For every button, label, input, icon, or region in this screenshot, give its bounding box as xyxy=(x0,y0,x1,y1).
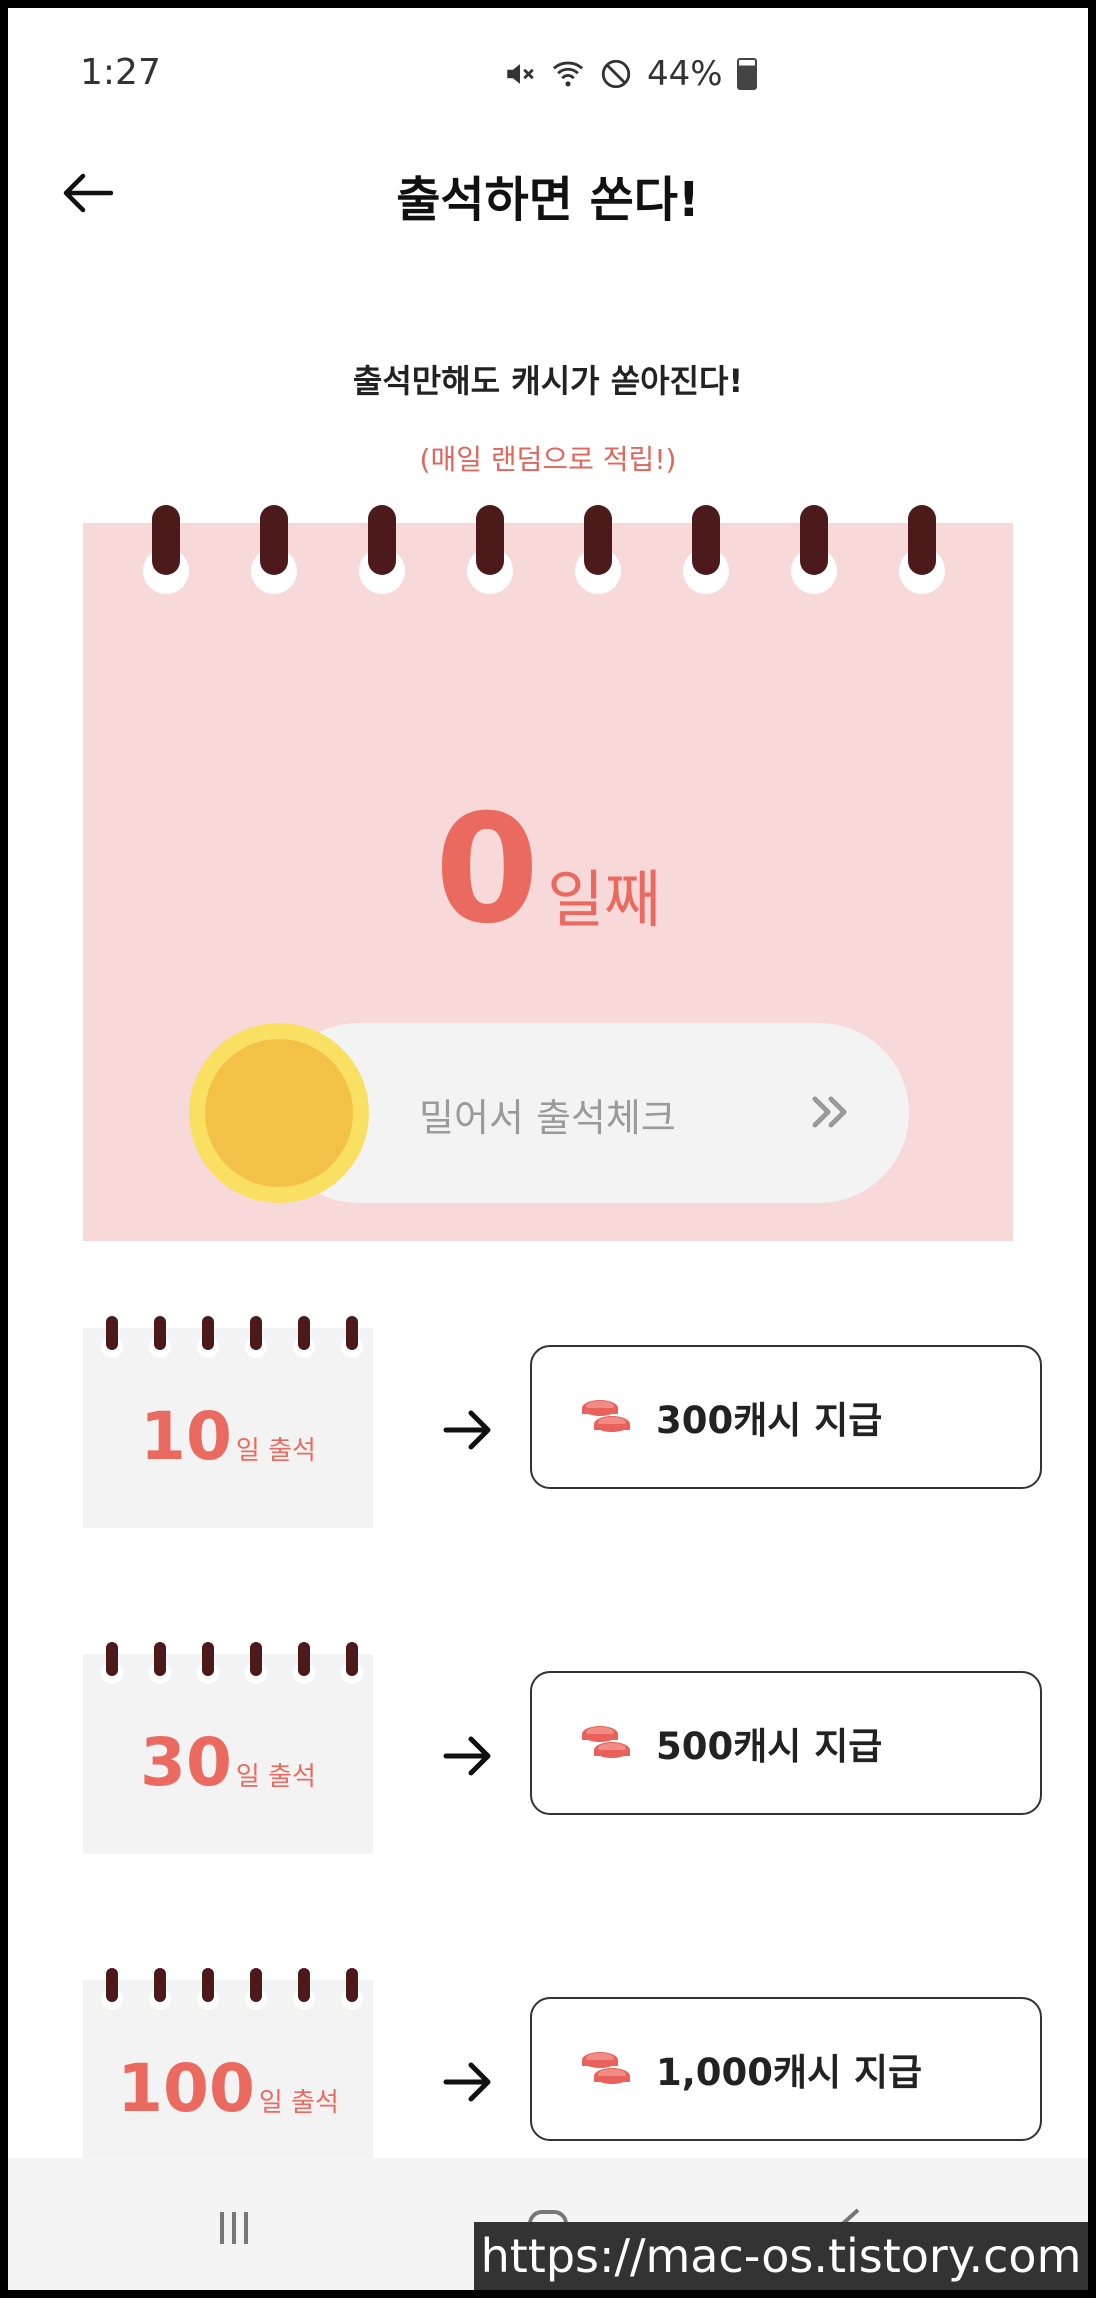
reward-text: 300캐시 지급 xyxy=(656,1399,883,1442)
calendar-ring xyxy=(368,505,396,575)
mini-ring xyxy=(250,1968,262,2002)
milestone-days: 30 xyxy=(140,1724,232,1801)
calendar-ring xyxy=(260,505,288,575)
calendar-ring xyxy=(800,505,828,575)
mini-ring xyxy=(346,1316,358,1350)
slider-knob[interactable] xyxy=(189,1023,369,1203)
mini-ring xyxy=(106,1968,118,2002)
wifi-icon xyxy=(552,61,584,87)
mini-ring xyxy=(298,1316,310,1350)
mini-ring xyxy=(346,1968,358,2002)
mini-ring xyxy=(298,1642,310,1676)
mini-ring xyxy=(298,1968,310,2002)
mini-calendar: 10 일 출석 xyxy=(83,1316,373,1528)
mini-ring xyxy=(346,1642,358,1676)
battery-icon xyxy=(736,58,757,90)
reward-text: 1,000캐시 지급 xyxy=(656,2051,923,2094)
milestone-label: 30 일 출석 xyxy=(83,1724,373,1801)
mini-ring xyxy=(154,1968,166,2002)
watermark: https://mac-os.tistory.com xyxy=(474,2222,1088,2290)
milestone-unit: 일 출석 xyxy=(235,1762,316,1792)
day-number: 0 xyxy=(434,783,540,957)
calendar-ring xyxy=(908,505,936,575)
do-not-disturb-icon xyxy=(601,59,631,89)
intro-subtitle: 출석만해도 캐시가 쏟아진다! xyxy=(352,362,744,400)
mini-calendar: 100 일 출석 xyxy=(83,1968,373,2180)
reward-row: 10 일 출석 300캐시 지급 xyxy=(83,1316,1083,1528)
screen: 1:27 44% 출석하면 쏜다! 출석만해도 캐시가 쏟아진다! (매일 랜덤… xyxy=(8,8,1088,2290)
coin-knob-icon xyxy=(205,1039,353,1187)
status-icons: 44% xyxy=(503,54,757,94)
slider-label: 밀어서 출석체크 xyxy=(419,1096,676,1140)
day-unit: 일째 xyxy=(547,863,662,936)
calendar-ring xyxy=(152,505,180,575)
page-title: 출석하면 쏜다! xyxy=(396,172,700,228)
mini-ring xyxy=(202,1968,214,2002)
attendance-calendar: 0 일째 밀어서 출석체크 xyxy=(83,505,1013,1241)
milestone-label: 100 일 출석 xyxy=(83,2050,373,2127)
header: 출석하면 쏜다! xyxy=(8,128,1088,258)
reward-row: 100 일 출석 1,000캐시 지급 xyxy=(83,1968,1083,2180)
milestone-days: 100 xyxy=(117,2050,255,2127)
milestone-unit: 일 출석 xyxy=(258,2088,339,2118)
arrow-right-icon xyxy=(443,2062,491,2102)
mini-ring xyxy=(106,1642,118,1676)
mini-ring xyxy=(250,1642,262,1676)
status-time: 1:27 xyxy=(80,52,161,93)
double-chevron-right-icon xyxy=(812,1096,847,1128)
arrow-right-icon xyxy=(443,1736,491,1776)
mini-calendar: 30 일 출석 xyxy=(83,1642,373,1854)
arrow-right-icon xyxy=(443,1410,491,1450)
reward-box: 500캐시 지급 xyxy=(530,1671,1042,1815)
mini-ring xyxy=(154,1316,166,1350)
coins-icon xyxy=(582,1726,630,1758)
coins-icon xyxy=(582,1400,630,1432)
mini-ring xyxy=(154,1642,166,1676)
day-count: 0 일째 xyxy=(83,783,1013,957)
calendar-ring xyxy=(584,505,612,575)
calendar-ring xyxy=(476,505,504,575)
reward-row: 30 일 출석 500캐시 지급 xyxy=(83,1642,1083,1854)
milestone-days: 10 xyxy=(140,1398,232,1475)
reward-text: 500캐시 지급 xyxy=(656,1725,883,1768)
milestone-unit: 일 출석 xyxy=(235,1436,316,1466)
calendar-ring xyxy=(692,505,720,575)
coins-icon xyxy=(582,2052,630,2084)
mini-ring xyxy=(250,1316,262,1350)
milestone-label: 10 일 출석 xyxy=(83,1398,373,1475)
reward-box: 1,000캐시 지급 xyxy=(530,1997,1042,2141)
mini-ring xyxy=(202,1642,214,1676)
attendance-slider[interactable]: 밀어서 출석체크 xyxy=(189,1023,909,1203)
mini-ring xyxy=(106,1316,118,1350)
mini-ring xyxy=(202,1316,214,1350)
intro-note: (매일 랜덤으로 적립!) xyxy=(419,443,677,476)
recent-apps-icon[interactable] xyxy=(204,2198,264,2258)
reward-box: 300캐시 지급 xyxy=(530,1345,1042,1489)
status-bar: 1:27 44% xyxy=(8,8,1088,128)
mute-icon xyxy=(507,64,534,84)
battery-percent: 44% xyxy=(647,54,723,94)
